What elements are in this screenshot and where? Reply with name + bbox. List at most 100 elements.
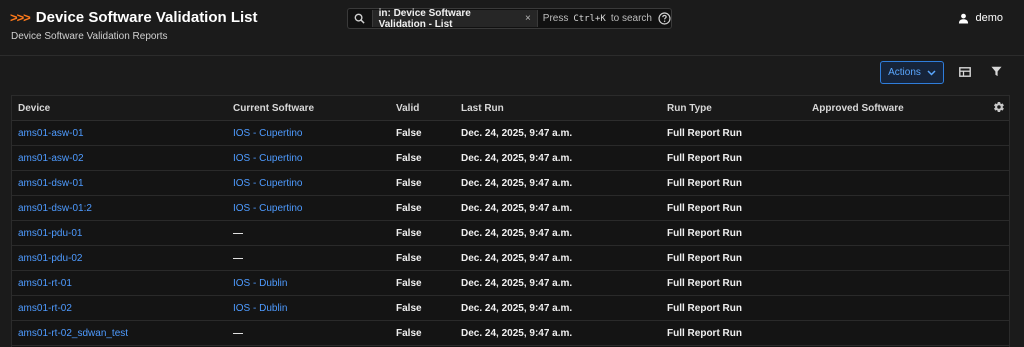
- page-subtitle: Device Software Validation Reports: [11, 31, 168, 42]
- column-config-cell: [986, 96, 1009, 121]
- search-scope-chip: in: Device Software Validation - List ×: [371, 7, 538, 30]
- run-type-cell: Full Report Run: [661, 195, 806, 221]
- actions-button[interactable]: Actions: [880, 61, 944, 84]
- top-header: >>> Device Software Validation List Devi…: [0, 0, 1024, 56]
- valid-cell: False: [390, 120, 455, 146]
- filter-icon: [990, 64, 1002, 82]
- software-validation-table: Device Current Software Valid Last Run R…: [11, 95, 1010, 347]
- approved-software-cell: [806, 170, 986, 196]
- user-icon: [958, 13, 969, 24]
- filter-button[interactable]: [986, 63, 1006, 83]
- last-run-cell: Dec. 24, 2025, 9:47 a.m.: [455, 120, 661, 146]
- table-row: ams01-rt-02_sdwan_test — False Dec. 24, 202…: [12, 320, 1009, 346]
- user-menu[interactable]: demo: [958, 12, 1003, 24]
- valid-cell: False: [390, 295, 455, 321]
- page-title: Device Software Validation List: [35, 9, 258, 26]
- approved-software-cell: [806, 145, 986, 171]
- last-run-cell: Dec. 24, 2025, 9:47 a.m.: [455, 220, 661, 246]
- row-spacer-cell: [986, 320, 1009, 346]
- row-spacer-cell: [986, 170, 1009, 196]
- search-icon[interactable]: [348, 13, 372, 24]
- last-run-cell: Dec. 24, 2025, 9:47 a.m.: [455, 145, 661, 171]
- valid-cell: False: [390, 170, 455, 196]
- current-software-link: —: [227, 245, 390, 271]
- row-spacer-cell: [986, 270, 1009, 296]
- search-hint-to: to search: [610, 13, 652, 24]
- table-row: ams01-asw-01 IOS - Cupertino False Dec. 24,…: [12, 120, 1009, 146]
- approved-software-cell: [806, 120, 986, 146]
- column-header-valid[interactable]: Valid: [390, 96, 455, 121]
- column-header-device[interactable]: Device: [12, 96, 227, 121]
- device-link[interactable]: ams01-asw-01: [12, 120, 227, 146]
- last-run-cell: Dec. 24, 2025, 9:47 a.m.: [455, 195, 661, 221]
- current-software-link[interactable]: IOS - Dublin: [227, 295, 390, 321]
- close-icon[interactable]: ×: [525, 13, 531, 24]
- table-row: ams01-pdu-02— False Dec. 24, 2025, 9:47 a.…: [12, 245, 1009, 271]
- valid-cell: False: [390, 195, 455, 221]
- valid-cell: False: [390, 220, 455, 246]
- current-software-link[interactable]: IOS - Cupertino: [227, 195, 390, 221]
- row-spacer-cell: [986, 195, 1009, 221]
- device-link[interactable]: ams01-dsw-01:2: [12, 195, 227, 221]
- device-link[interactable]: ams01-pdu-01: [12, 220, 227, 246]
- chevron-down-icon: [927, 69, 936, 76]
- current-software-link[interactable]: IOS - Cupertino: [227, 120, 390, 146]
- device-link[interactable]: ams01-rt-01: [12, 270, 227, 296]
- valid-cell: False: [390, 320, 455, 346]
- table-row: ams01-dsw-01 IOS - Cupertino False Dec. 24,…: [12, 170, 1009, 196]
- column-header-last-run[interactable]: Last Run: [455, 96, 661, 121]
- current-software-link[interactable]: IOS - Cupertino: [227, 145, 390, 171]
- row-spacer-cell: [986, 245, 1009, 271]
- device-link[interactable]: ams01-rt-02_sdwan_test: [12, 320, 227, 346]
- valid-cell: False: [390, 145, 455, 171]
- last-run-cell: Dec. 24, 2025, 9:47 a.m.: [455, 245, 661, 271]
- device-link[interactable]: ams01-asw-02: [12, 145, 227, 171]
- run-type-cell: Full Report Run: [661, 220, 806, 246]
- table-row: ams01-pdu-01— False Dec. 24, 2025, 9:47 a.…: [12, 220, 1009, 246]
- user-name: demo: [975, 12, 1003, 24]
- run-type-cell: Full Report Run: [661, 245, 806, 271]
- table-layout-icon: [959, 64, 971, 82]
- run-type-cell: Full Report Run: [661, 120, 806, 146]
- approved-software-cell: [806, 220, 986, 246]
- column-header-current-software[interactable]: Current Software: [227, 96, 390, 121]
- approved-software-cell: [806, 295, 986, 321]
- current-software-link: —: [227, 220, 390, 246]
- device-link[interactable]: ams01-rt-02: [12, 295, 227, 321]
- search-hint-shortcut: Ctrl+K: [573, 13, 606, 24]
- table-row: ams01-dsw-01:2 IOS - Cupertino False Dec. 2…: [12, 195, 1009, 221]
- gear-icon[interactable]: [993, 101, 1005, 116]
- table-header-row: Device Current Software Valid Last Run R…: [12, 96, 1009, 121]
- run-type-cell: Full Report Run: [661, 270, 806, 296]
- actions-label: Actions: [888, 67, 921, 78]
- search-hint: Press Ctrl+K to search: [543, 13, 652, 24]
- table-body: ams01-asw-01 IOS - Cupertino False Dec. 24,…: [12, 120, 1009, 346]
- approved-software-cell: [806, 270, 986, 296]
- column-header-run-type[interactable]: Run Type: [661, 96, 806, 121]
- last-run-cell: Dec. 24, 2025, 9:47 a.m.: [455, 170, 661, 196]
- current-software-link: —: [227, 320, 390, 346]
- valid-cell: False: [390, 245, 455, 271]
- approved-software-cell: [806, 320, 986, 346]
- title-row: >>> Device Software Validation List: [10, 9, 258, 26]
- last-run-cell: Dec. 24, 2025, 9:47 a.m.: [455, 270, 661, 296]
- run-type-cell: Full Report Run: [661, 170, 806, 196]
- search-scope-label: in: Device Software Validation - List: [378, 7, 471, 30]
- row-spacer-cell: [986, 120, 1009, 146]
- device-link[interactable]: ams01-dsw-01: [12, 170, 227, 196]
- table-layout-button[interactable]: [955, 63, 975, 83]
- search-bar[interactable]: in: Device Software Validation - List × …: [347, 7, 672, 30]
- current-software-link[interactable]: IOS - Dublin: [227, 270, 390, 296]
- valid-cell: False: [390, 270, 455, 296]
- help-icon[interactable]: [658, 12, 671, 25]
- current-software-link[interactable]: IOS - Cupertino: [227, 170, 390, 196]
- column-header-approved-software[interactable]: Approved Software: [806, 96, 986, 121]
- device-link[interactable]: ams01-pdu-02: [12, 245, 227, 271]
- approved-software-cell: [806, 245, 986, 271]
- run-type-cell: Full Report Run: [661, 295, 806, 321]
- row-spacer-cell: [986, 295, 1009, 321]
- row-spacer-cell: [986, 220, 1009, 246]
- last-run-cell: Dec. 24, 2025, 9:47 a.m.: [455, 320, 661, 346]
- row-spacer-cell: [986, 145, 1009, 171]
- run-type-cell: Full Report Run: [661, 145, 806, 171]
